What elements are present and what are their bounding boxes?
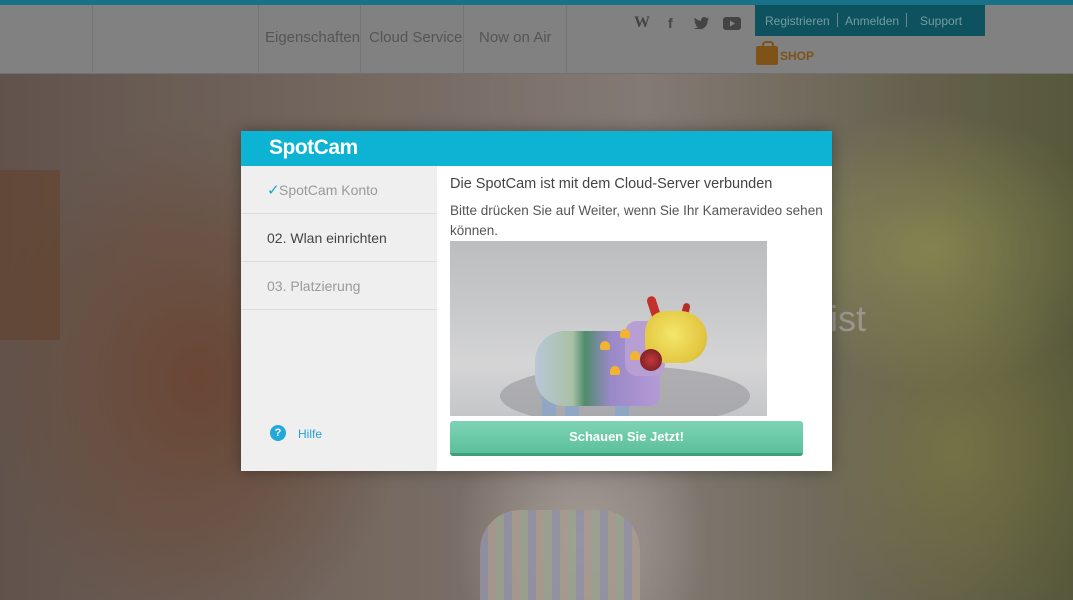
heart-decoration [630, 351, 640, 360]
step-label: 02. Wlan einrichten [267, 230, 387, 246]
step-spotcam-konto: ✓ SpotCam Konto [241, 166, 437, 214]
setup-modal: SpotCam ✓ SpotCam Konto 02. Wlan einrich… [241, 131, 832, 471]
help-label[interactable]: Hilfe [298, 427, 322, 441]
heart-decoration [600, 341, 610, 350]
heart-decoration [610, 366, 620, 375]
spotcam-logo: SpotCam [269, 136, 358, 159]
watch-now-button[interactable]: Schauen Sie Jetzt! [450, 421, 803, 456]
question-icon[interactable]: ? [270, 425, 286, 441]
step-platzierung: 03. Platzierung [241, 262, 437, 310]
rose-decoration [640, 349, 662, 371]
camera-video-preview [450, 241, 767, 416]
connection-status-title: Die SpotCam ist mit dem Cloud-Server ver… [450, 176, 773, 192]
step-label: SpotCam Konto [279, 182, 378, 198]
checkmark-icon: ✓ [267, 182, 280, 199]
modal-content: Die SpotCam ist mit dem Cloud-Server ver… [437, 166, 832, 471]
heart-decoration [620, 329, 630, 338]
steps-sidebar: ✓ SpotCam Konto 02. Wlan einrichten 03. … [241, 166, 437, 471]
step-wlan-einrichten: 02. Wlan einrichten [241, 214, 437, 262]
step-label: 03. Platzierung [267, 278, 361, 294]
modal-header: SpotCam [241, 131, 832, 166]
instruction-text: Bitte drücken Sie auf Weiter, wenn Sie I… [450, 203, 823, 238]
